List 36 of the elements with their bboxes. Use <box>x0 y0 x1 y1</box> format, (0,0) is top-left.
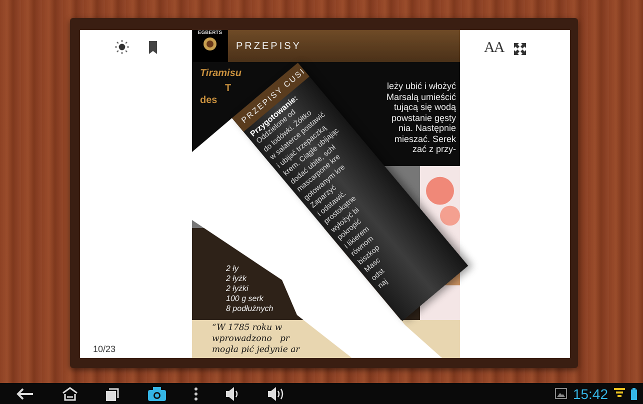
quote-line: “W 1785 roku w <box>212 323 282 334</box>
image-notification-icon <box>554 388 567 399</box>
recent-apps-icon[interactable] <box>106 386 120 400</box>
menu-icon[interactable] <box>194 386 198 400</box>
brightness-icon[interactable] <box>115 40 129 54</box>
body-text-line: mieszać. Serek <box>394 134 456 144</box>
camera-icon[interactable] <box>148 386 166 400</box>
body-text-line: powstanie gęsty <box>391 112 456 123</box>
body-text-line: zać z przy- <box>412 144 456 154</box>
wifi-icon <box>614 388 625 399</box>
battery-icon <box>631 388 637 400</box>
text-fragment: T <box>225 83 232 95</box>
volume-up-icon[interactable] <box>268 386 285 400</box>
body-text-line: tującą się wodą <box>394 102 456 112</box>
quote-line: mogła pić jedynie ar <box>212 345 300 356</box>
ingredient-line: 100 g serk <box>226 294 264 304</box>
bookmark-icon[interactable] <box>149 40 157 54</box>
back-icon[interactable] <box>16 388 34 400</box>
font-size-button[interactable]: AA <box>484 40 504 57</box>
body-text-line: leży ubić i włożyć <box>386 81 456 92</box>
ingredient-line: 8 podłużnych <box>226 304 274 314</box>
volume-down-icon[interactable] <box>226 386 240 400</box>
page-indicator: 10/23 <box>93 344 117 354</box>
body-text-line: Marsalą umieścić <box>386 92 456 102</box>
logo-emblem-icon <box>203 37 217 51</box>
quote-line: wprowadzono pr <box>212 334 290 345</box>
text-fragment: des <box>200 95 218 107</box>
ingredient-line: 2 ły <box>226 264 238 274</box>
fullscreen-icon[interactable] <box>514 42 526 54</box>
home-icon[interactable] <box>62 386 78 400</box>
ingredient-line: 2 łyżki <box>226 284 248 294</box>
recipe-title: Tiramisu <box>200 68 242 79</box>
ingredient-line: 2 łyżk <box>226 274 246 284</box>
header-title: PRZEPISY <box>236 40 302 52</box>
clock: 15:42 <box>572 386 608 402</box>
body-text-line: nia. Następnie <box>398 123 456 134</box>
